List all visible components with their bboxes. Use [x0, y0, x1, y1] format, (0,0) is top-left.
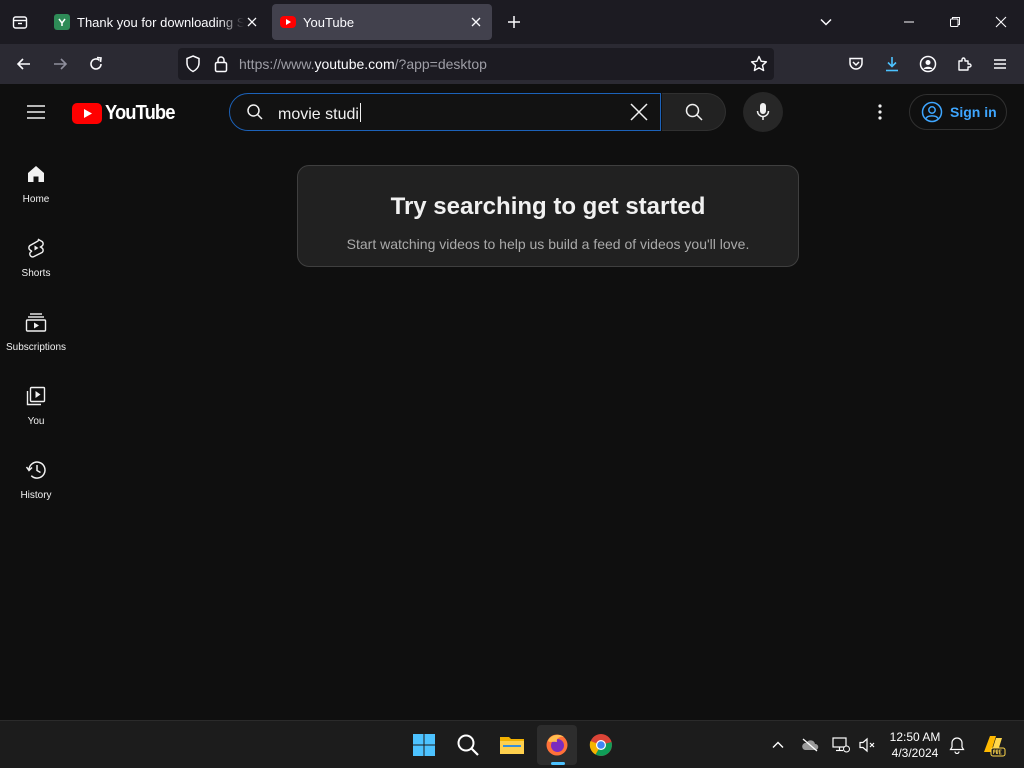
softonic-favicon-icon	[54, 14, 70, 30]
empty-feed-prompt: Try searching to get started Start watch…	[297, 165, 799, 267]
notifications-bell-icon[interactable]	[945, 733, 969, 757]
forward-icon[interactable]	[45, 49, 75, 79]
network-icon[interactable]	[829, 733, 853, 757]
close-tab-icon[interactable]	[468, 14, 484, 30]
guide-label: History	[20, 490, 52, 501]
tab-title: Thank you for downloading Soft	[77, 14, 244, 30]
settings-more-icon[interactable]	[864, 96, 896, 128]
microphone-icon	[756, 103, 770, 120]
sign-in-label: Sign in	[950, 104, 997, 120]
restore-icon[interactable]	[932, 0, 978, 44]
back-icon[interactable]	[9, 49, 39, 79]
volume-muted-icon[interactable]	[855, 733, 879, 757]
shield-icon[interactable]	[185, 55, 201, 78]
text-caret	[359, 103, 361, 122]
sign-in-button[interactable]: Sign in	[909, 94, 1007, 130]
search-icon	[246, 103, 264, 126]
search-query-text: movie studi	[278, 106, 359, 123]
you-icon	[26, 384, 46, 408]
logo-text: YouTube	[105, 101, 175, 124]
browser-nav-bar: https://www.youtube.com/?app=desktop	[0, 44, 1024, 84]
new-tab-icon[interactable]	[503, 11, 525, 33]
search-button[interactable]	[662, 93, 726, 131]
minimize-icon[interactable]	[886, 0, 932, 44]
tab-list-icon[interactable]	[0, 0, 40, 44]
browser-tab-strip: Thank you for downloading Soft YouTube	[0, 0, 1024, 44]
url-bar[interactable]: https://www.youtube.com/?app=desktop	[178, 48, 774, 80]
youtube-favicon-icon	[280, 16, 296, 28]
url-text[interactable]: https://www.youtube.com/?app=desktop	[239, 56, 487, 72]
guide-item-subscriptions[interactable]: Subscriptions	[0, 288, 72, 362]
lock-icon[interactable]	[214, 55, 228, 78]
menu-icon[interactable]	[985, 49, 1015, 79]
history-icon	[25, 458, 47, 482]
onedrive-offline-icon[interactable]	[798, 733, 822, 757]
search-icon	[685, 103, 703, 121]
close-window-icon[interactable]	[978, 0, 1024, 44]
tab-youtube[interactable]: YouTube	[272, 4, 492, 40]
youtube-logo[interactable]: YouTube	[72, 102, 181, 124]
prompt-subtitle: Start watching videos to help us build a…	[346, 236, 750, 252]
bookmark-star-icon[interactable]	[750, 55, 768, 78]
windows-start-icon[interactable]	[404, 725, 444, 765]
url-host: youtube.com	[314, 56, 395, 72]
windows-taskbar: 12:50 AM 4/3/2024	[0, 720, 1024, 768]
chrome-icon[interactable]	[581, 725, 621, 765]
search-icon[interactable]	[448, 725, 488, 765]
guide-item-you[interactable]: You	[0, 362, 72, 436]
tab-title: YouTube	[303, 14, 355, 30]
close-tab-icon[interactable]	[244, 14, 260, 30]
show-hidden-icons-icon[interactable]	[766, 733, 790, 757]
active-app-indicator	[551, 762, 565, 765]
copilot-preview-icon[interactable]	[978, 733, 1008, 757]
guide-label: Shorts	[21, 268, 51, 279]
list-tabs-icon[interactable]	[803, 0, 849, 44]
guide-item-history[interactable]: History	[0, 436, 72, 510]
youtube-logo-icon	[72, 102, 102, 124]
downloads-icon[interactable]	[877, 49, 907, 79]
url-prefix: https://www.	[239, 56, 315, 72]
guide-item-shorts[interactable]: Shorts	[0, 214, 72, 288]
firefox-icon[interactable]	[537, 725, 577, 765]
subscriptions-icon	[25, 310, 47, 334]
guide-label: Subscriptions	[5, 342, 67, 353]
search-query: movie studi	[278, 103, 361, 124]
account-circle-icon	[921, 101, 943, 123]
tab-softonic[interactable]: Thank you for downloading Soft	[46, 4, 268, 40]
shorts-icon	[26, 236, 46, 260]
guide-menu-icon[interactable]	[20, 96, 52, 128]
url-path: /?app=desktop	[394, 56, 487, 72]
search-input[interactable]: movie studi	[229, 93, 661, 131]
clock-date: 4/3/2024	[891, 746, 939, 760]
guide-label: Home	[22, 194, 50, 205]
clear-search-icon[interactable]	[622, 95, 656, 129]
clock-time: 12:50 AM	[889, 730, 941, 744]
guide-item-home[interactable]: Home	[0, 140, 72, 214]
reload-icon[interactable]	[81, 49, 111, 79]
voice-search-button[interactable]	[743, 92, 783, 132]
guide-label: You	[27, 416, 45, 427]
prompt-title: Try searching to get started	[390, 193, 706, 220]
youtube-header: YouTube movie studi Sign in	[0, 84, 1024, 140]
system-clock[interactable]: 12:50 AM 4/3/2024	[880, 729, 950, 761]
pocket-icon[interactable]	[841, 49, 871, 79]
extensions-icon[interactable]	[949, 49, 979, 79]
home-icon	[26, 162, 46, 186]
file-explorer-icon[interactable]	[492, 725, 532, 765]
account-icon[interactable]	[913, 49, 943, 79]
